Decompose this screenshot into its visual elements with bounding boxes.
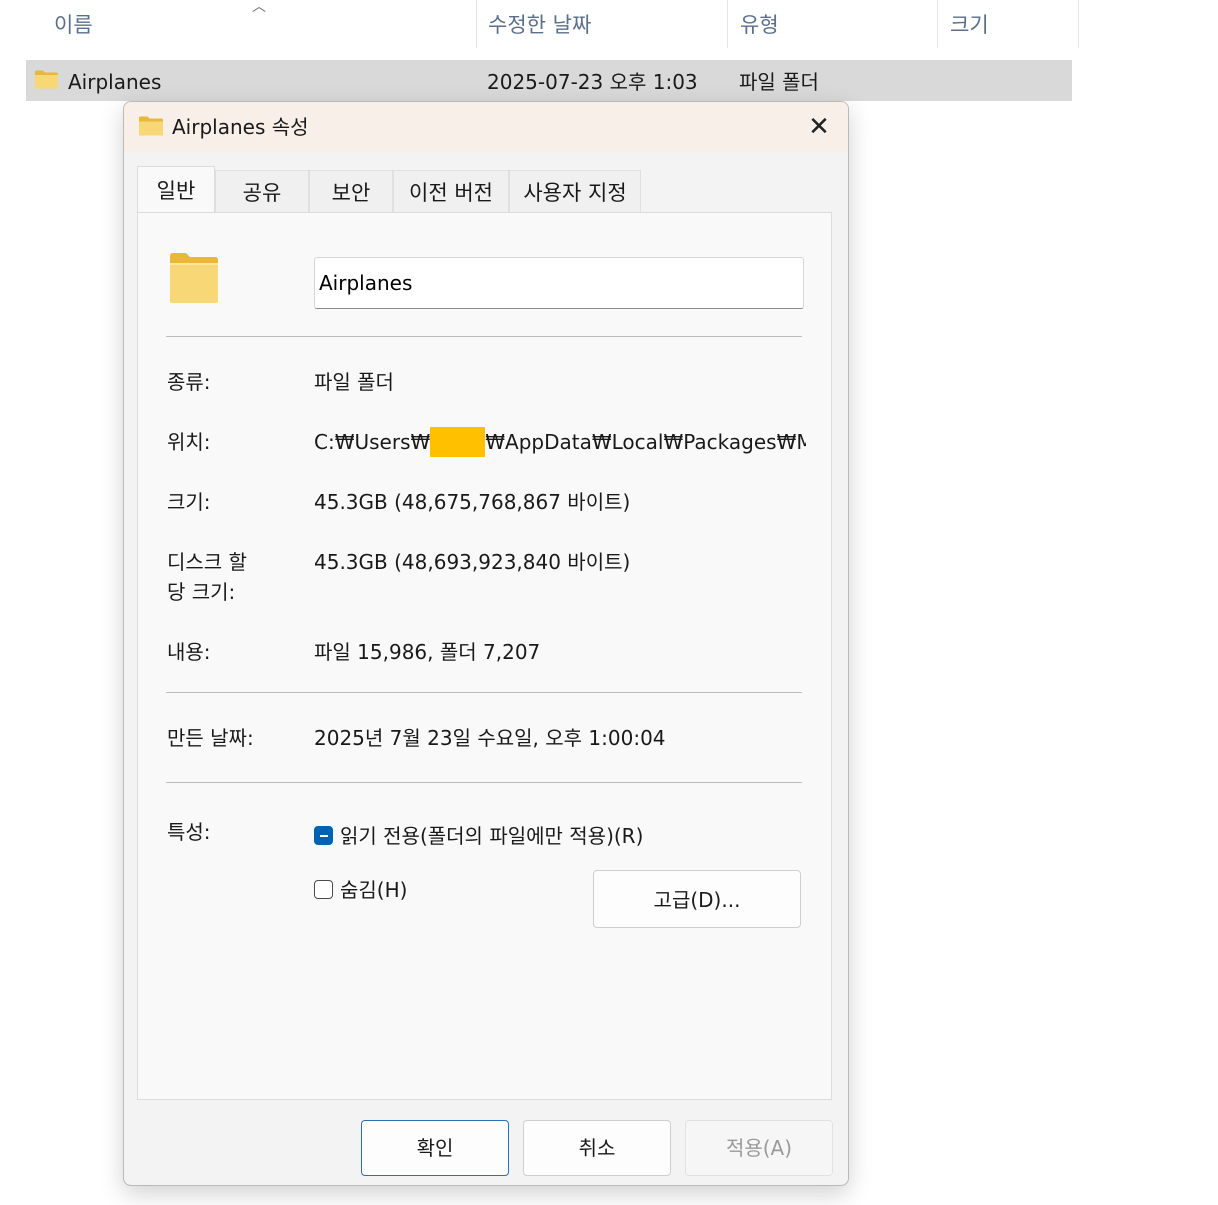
attributes-label: 특성: [167, 820, 211, 844]
file-modified: 2025-07-23 오후 1:03 [487, 70, 698, 94]
location-value: C:₩Users₩ ₩AppData₩Local₩Packages₩Micros [314, 427, 806, 459]
created-label: 만든 날짜: [167, 726, 254, 750]
properties-dialog: Airplanes 속성 ✕ 일반 공유 보안 이전 버전 사용자 지정 종류:… [123, 101, 849, 1186]
disk-size-value: 45.3GB (48,693,923,840 바이트) [314, 550, 631, 574]
column-divider[interactable] [727, 0, 728, 48]
general-panel: 종류: 파일 폴더 위치: C:₩Users₩ ₩AppData₩Local₩Pa… [137, 212, 832, 1100]
column-header-name[interactable]: 이름 [54, 0, 474, 50]
size-label: 크기: [167, 490, 211, 514]
contents-label: 내용: [167, 640, 211, 664]
file-row-airplanes[interactable]: Airplanes 2025-07-23 오후 1:03 파일 폴더 [26, 60, 1072, 101]
close-icon: ✕ [808, 112, 830, 142]
readonly-checkbox[interactable] [314, 826, 333, 845]
created-value: 2025년 7월 23일 수요일, 오후 1:00:04 [314, 726, 666, 750]
folder-icon [35, 70, 58, 89]
type-value: 파일 폴더 [314, 370, 394, 394]
folder-icon [139, 116, 163, 136]
disk-size-label-line2: 당 크기: [167, 580, 236, 604]
contents-value: 파일 15,986, 폴더 7,207 [314, 640, 541, 664]
tab-security[interactable]: 보안 [309, 170, 393, 212]
redacted-username [430, 427, 486, 457]
divider [166, 692, 802, 693]
location-label: 위치: [167, 430, 211, 454]
tab-customize[interactable]: 사용자 지정 [509, 170, 641, 212]
tab-sharing[interactable]: 공유 [215, 170, 309, 212]
location-suffix: ₩AppData₩Local₩Packages₩Micros [485, 430, 806, 454]
folder-name-input[interactable] [314, 257, 804, 309]
file-name: Airplanes [68, 70, 162, 94]
dialog-titlebar[interactable]: Airplanes 속성 ✕ [124, 102, 848, 152]
column-divider[interactable] [476, 0, 477, 48]
disk-size-label-line1: 디스크 할 [167, 550, 247, 574]
divider [166, 336, 802, 337]
dialog-title: Airplanes 속성 [172, 115, 309, 139]
hidden-checkbox[interactable] [314, 880, 333, 899]
folder-icon [170, 253, 218, 303]
ok-button[interactable]: 확인 [361, 1120, 509, 1176]
cancel-button[interactable]: 취소 [523, 1120, 671, 1176]
type-label: 종류: [167, 370, 211, 394]
file-type: 파일 폴더 [739, 70, 819, 94]
hidden-label[interactable]: 숨김(H) [340, 875, 407, 905]
tab-previous-versions[interactable]: 이전 버전 [393, 170, 509, 212]
advanced-button[interactable]: 고급(D)... [593, 870, 801, 928]
close-button[interactable]: ✕ [790, 102, 848, 152]
apply-button[interactable]: 적용(A) [685, 1120, 833, 1176]
divider [166, 782, 802, 783]
readonly-label[interactable]: 읽기 전용(폴더의 파일에만 적용)(R) [340, 821, 643, 851]
column-header-size[interactable]: 크기 [950, 0, 1076, 50]
tab-general[interactable]: 일반 [137, 166, 215, 214]
column-divider[interactable] [937, 0, 938, 48]
column-header-type[interactable]: 유형 [740, 0, 936, 50]
location-prefix: C:₩Users₩ [314, 430, 431, 454]
column-header-modified[interactable]: 수정한 날짜 [488, 0, 724, 50]
column-divider[interactable] [1078, 0, 1079, 48]
size-value: 45.3GB (48,675,768,867 바이트) [314, 490, 631, 514]
